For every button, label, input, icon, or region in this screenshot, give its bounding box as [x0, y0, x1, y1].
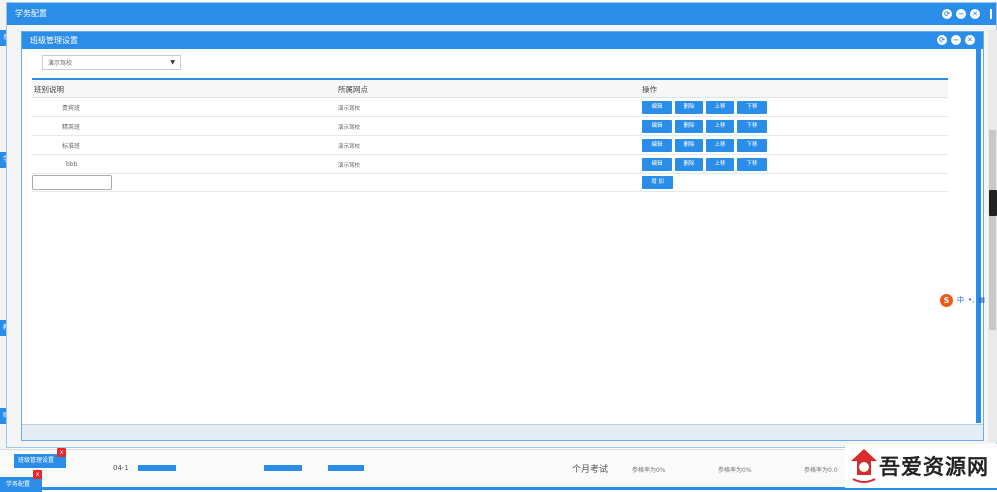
move-down-button[interactable]: 下移: [737, 120, 767, 133]
edit-button[interactable]: 编辑: [642, 101, 672, 114]
bg-bar-1: [138, 465, 176, 471]
refresh-icon[interactable]: ⟳: [942, 9, 952, 19]
delete-button[interactable]: 删除: [675, 120, 703, 133]
taskbar-tab-academic-config[interactable]: 学务配置: [0, 477, 42, 492]
edit-button[interactable]: 编辑: [642, 120, 672, 133]
outer-scrollbar[interactable]: [988, 30, 997, 442]
taskbar-tab-label: 班级管理设置: [18, 457, 55, 464]
delete-button[interactable]: 删除: [675, 158, 703, 171]
close-icon[interactable]: x: [33, 470, 42, 479]
row-site: 演示驾校: [338, 143, 361, 150]
watermark: 吾爱资源网: [845, 444, 997, 488]
watermark-logo-icon: [851, 449, 877, 483]
table-row: 精英班 演示驾校 编辑 删除 上移 下移: [32, 118, 948, 136]
side-toolbar-handle[interactable]: [989, 190, 997, 216]
table-row: 标准班 演示驾校 编辑 删除 上移 下移: [32, 137, 948, 155]
refresh-icon[interactable]: ⟳: [937, 35, 947, 45]
ime-punct-icon[interactable]: •,: [968, 296, 974, 304]
bg-text-1: 04-1: [113, 464, 129, 472]
new-class-name-input[interactable]: [32, 175, 112, 190]
school-select-value: 演示驾校: [48, 60, 73, 67]
school-select[interactable]: 演示驾校 ▼: [42, 55, 181, 70]
bg-bar-3: [328, 465, 364, 471]
watermark-text: 吾爱资源网: [879, 454, 989, 479]
inner-title: 班级管理设置: [30, 36, 78, 45]
outer-title: 学务配置: [15, 9, 47, 18]
add-button[interactable]: 增 加: [642, 176, 673, 189]
row-site: 演示驾校: [338, 124, 361, 131]
close-icon[interactable]: ✕: [970, 9, 980, 19]
outer-titlebar: 学务配置: [7, 3, 996, 25]
inner-statusbar: [22, 424, 983, 440]
chevron-down-icon: ▼: [170, 59, 175, 66]
delete-button[interactable]: 删除: [675, 101, 703, 114]
delete-button[interactable]: 删除: [675, 139, 703, 152]
row-name: 精英班: [62, 124, 81, 131]
move-down-button[interactable]: 下移: [737, 158, 767, 171]
row-name: 标准班: [62, 143, 81, 150]
bg-text-5: 参格率为0.0: [804, 467, 838, 474]
close-icon[interactable]: ✕: [965, 35, 975, 45]
header-actions: 操作: [642, 85, 657, 94]
table-row: bbb 演示驾校 编辑 删除 上移 下移: [32, 156, 948, 174]
row-site: 演示驾校: [338, 162, 361, 169]
row-actions: 编辑 删除 上移 下移: [642, 158, 767, 171]
sogou-logo-icon[interactable]: S: [940, 293, 953, 307]
row-actions: 编辑 删除 上移 下移: [642, 139, 767, 152]
ime-mode[interactable]: 中: [957, 295, 964, 305]
keyboard-icon[interactable]: ▦: [978, 296, 985, 304]
inner-titlebar: 班级管理设置: [22, 32, 983, 49]
inner-window-controls: ⟳ − ✕: [937, 35, 975, 45]
move-up-button[interactable]: 上移: [706, 158, 734, 171]
move-up-button[interactable]: 上移: [706, 101, 734, 114]
row-actions: 编辑 删除 上移 下移: [642, 120, 767, 133]
bg-text-3: 参格率为0%: [632, 467, 666, 474]
inner-scrollbar[interactable]: [976, 49, 981, 423]
bg-bar-2: [264, 465, 302, 471]
ime-toolbar[interactable]: S 中 •, ▦: [940, 293, 997, 307]
edit-button[interactable]: 编辑: [642, 139, 672, 152]
minimize-icon[interactable]: −: [951, 35, 961, 45]
move-up-button[interactable]: 上移: [706, 139, 734, 152]
add-row: 增 加: [32, 174, 948, 192]
row-name: 贵宾班: [62, 105, 81, 112]
minimize-icon[interactable]: −: [956, 9, 966, 19]
table-row: 贵宾班 演示驾校 编辑 删除 上移 下移: [32, 99, 948, 117]
move-down-button[interactable]: 下移: [737, 139, 767, 152]
header-site: 所属网点: [338, 85, 368, 94]
outer-window-controls: ⟳ − ✕: [942, 9, 980, 19]
header-name: 班别说明: [34, 85, 64, 94]
row-actions: 编辑 删除 上移 下移: [642, 101, 767, 114]
edit-button[interactable]: 编辑: [642, 158, 672, 171]
outer-edge-bar: [990, 9, 992, 19]
move-down-button[interactable]: 下移: [737, 101, 767, 114]
taskbar-tab-label: 学务配置: [6, 481, 31, 488]
row-site: 演示驾校: [338, 105, 361, 112]
bg-text-4: 参格率为0%: [718, 467, 752, 474]
bg-text-2: 个月考试: [572, 465, 609, 475]
row-name: bbb: [66, 161, 78, 168]
close-icon[interactable]: x: [57, 448, 66, 457]
grid-header: 班别说明 所属网点 操作: [32, 80, 948, 98]
move-up-button[interactable]: 上移: [706, 120, 734, 133]
